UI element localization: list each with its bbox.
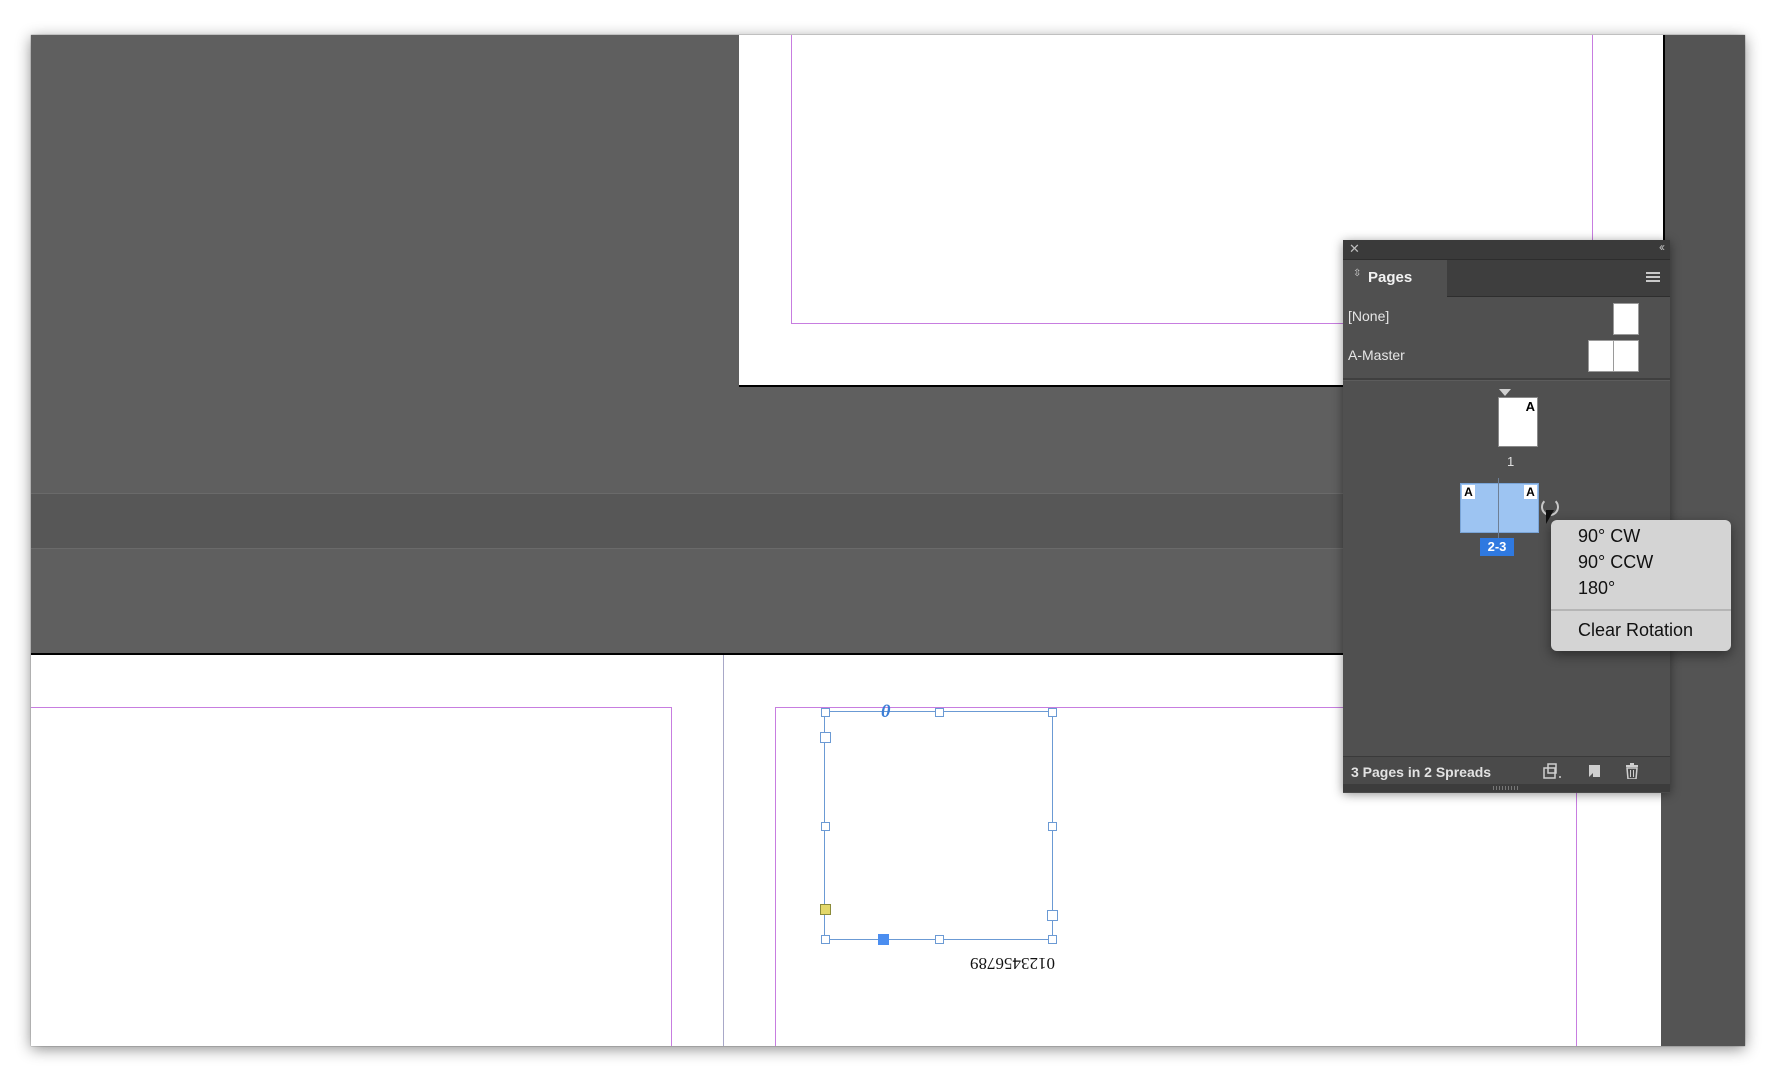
resize-handle-r[interactable]	[1048, 822, 1057, 831]
spread-2-3-label[interactable]: 2-3	[1480, 538, 1514, 556]
close-icon[interactable]: ✕	[1349, 241, 1360, 257]
panel-resize-grip[interactable]	[1343, 784, 1670, 792]
resize-handle-tr[interactable]	[1048, 708, 1057, 717]
menu-item-rotate-90-ccw[interactable]: 90° CCW	[1578, 552, 1653, 573]
master-item-a-master[interactable]: A-Master	[1343, 337, 1670, 375]
page-1-number: 1	[1507, 454, 1515, 469]
tab-pages-label: Pages	[1368, 269, 1413, 286]
spread-2-3-thumbnail[interactable]: A A	[1460, 478, 1539, 538]
page-1-thumbnail[interactable]: A	[1498, 397, 1538, 447]
master-thumbnail-a-right[interactable]	[1613, 340, 1639, 372]
rotated-text-content[interactable]: 0123456789	[970, 953, 1055, 973]
spread-fold-line	[1498, 478, 1499, 538]
master-thumbnail-none[interactable]	[1613, 303, 1639, 335]
edit-page-size-icon[interactable]	[1543, 763, 1561, 779]
collapse-panel-icon[interactable]: ‹‹	[1659, 240, 1665, 254]
margin-guide-left-page	[31, 707, 672, 1046]
selected-text-frame[interactable]	[820, 708, 1058, 945]
menu-item-rotate-180[interactable]: 180°	[1578, 578, 1615, 599]
master-letter: A	[1525, 399, 1535, 414]
trash-icon[interactable]	[1624, 763, 1640, 780]
resize-handle-l[interactable]	[821, 822, 830, 831]
tab-expand-icon[interactable]: ⇳	[1353, 269, 1361, 279]
menu-item-rotate-90-cw[interactable]: 90° CW	[1578, 526, 1640, 547]
resize-handle-bl[interactable]	[821, 935, 830, 944]
in-port-handle[interactable]	[820, 732, 831, 743]
rotation-context-menu: 90° CW 90° CCW 180° Clear Rotation	[1551, 520, 1731, 651]
master-letter-left: A	[1462, 485, 1475, 499]
page-insert-arrow-icon	[1499, 389, 1511, 396]
page-count-status: 3 Pages in 2 Spreads	[1351, 764, 1492, 780]
panel-menu-icon[interactable]	[1646, 272, 1660, 282]
spread-fold-line	[723, 655, 724, 1046]
pages-panel: ✕ ‹‹ ⇳ Pages [None] A-Master A 1 A A 2-3…	[1343, 240, 1670, 793]
panel-tab-row: ⇳ Pages	[1343, 260, 1670, 297]
out-port-handle[interactable]	[1047, 910, 1058, 921]
reference-point-handle[interactable]	[878, 934, 889, 945]
resize-handle-br[interactable]	[1048, 935, 1057, 944]
frame-origin-glyph: 0	[881, 701, 891, 722]
grip-lines	[1493, 786, 1520, 790]
corner-options-handle[interactable]	[820, 904, 831, 915]
master-letter-right: A	[1524, 485, 1537, 499]
master-label: A-Master	[1348, 347, 1405, 363]
masters-pages-divider[interactable]	[1343, 378, 1670, 381]
master-item-none[interactable]: [None]	[1343, 298, 1670, 336]
menu-item-clear-rotation[interactable]: Clear Rotation	[1578, 620, 1693, 641]
master-label: [None]	[1348, 308, 1390, 324]
master-thumbnail-a-left[interactable]	[1588, 340, 1614, 372]
new-page-icon[interactable]	[1587, 763, 1603, 779]
resize-handle-tl[interactable]	[821, 708, 830, 717]
panel-titlebar[interactable]: ✕ ‹‹	[1343, 240, 1670, 260]
resize-handle-b[interactable]	[935, 935, 944, 944]
menu-separator	[1551, 609, 1731, 611]
tab-pages[interactable]: ⇳ Pages	[1343, 260, 1447, 297]
resize-handle-t[interactable]	[935, 708, 944, 717]
